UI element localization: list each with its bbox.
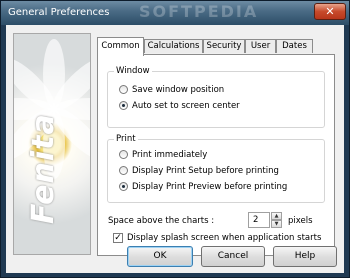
print-group-legend: Print [114,134,138,144]
radio-label: Display Print Setup before printing [132,166,279,176]
dialog-client-area: Fenita Common Calculations Security User… [6,25,344,273]
brand-logo-text: Fenita [26,113,61,224]
radio-label: Print immediately [132,150,208,160]
tab-panel-common: Window Save window position Auto set to … [97,54,335,256]
radio-indicator [119,150,128,159]
tab-common[interactable]: Common [97,37,144,56]
radio-indicator [119,85,128,94]
space-spinner: ▲ ▼ [271,212,282,228]
space-above-label: Space above the charts : [108,216,215,226]
daisy-banner-image: Fenita [13,33,91,255]
spin-down-arrow-icon[interactable]: ▼ [271,220,282,228]
radio-indicator [119,166,128,175]
radio-label: Auto set to screen center [132,101,240,111]
print-group: Print Print immediately Display Print Se… [107,134,325,203]
space-above-input[interactable]: 2 [248,212,270,228]
ok-button[interactable]: OK [127,246,193,267]
radio-indicator [119,101,128,110]
tab-security[interactable]: Security [203,39,245,53]
radio-label: Save window position [132,85,225,95]
radio-label: Display Print Preview before printing [132,182,288,192]
tab-calculations[interactable]: Calculations [144,39,203,53]
window-group: Window Save window position Auto set to … [107,66,325,128]
tab-user[interactable]: User [245,39,276,53]
splash-checkbox-label: Display splash screen when application s… [127,233,322,243]
close-button[interactable]: ✕ [314,3,346,20]
title-bar[interactable]: General Preferences SOFTPEDIA ✕ [1,1,349,25]
radio-indicator [119,182,128,191]
spin-up-arrow-icon[interactable]: ▲ [271,212,282,220]
splash-checkbox[interactable]: ✓ [113,233,123,243]
cancel-button[interactable]: Cancel [201,246,265,267]
help-button[interactable]: Help [273,246,337,267]
window-group-legend: Window [114,66,152,76]
window-title: General Preferences [8,7,110,18]
preferences-window: General Preferences SOFTPEDIA ✕ Fenita C… [0,0,350,278]
watermark: SOFTPEDIA [139,2,259,21]
space-unit-label: pixels [288,216,313,226]
tab-dates[interactable]: Dates [276,39,313,53]
